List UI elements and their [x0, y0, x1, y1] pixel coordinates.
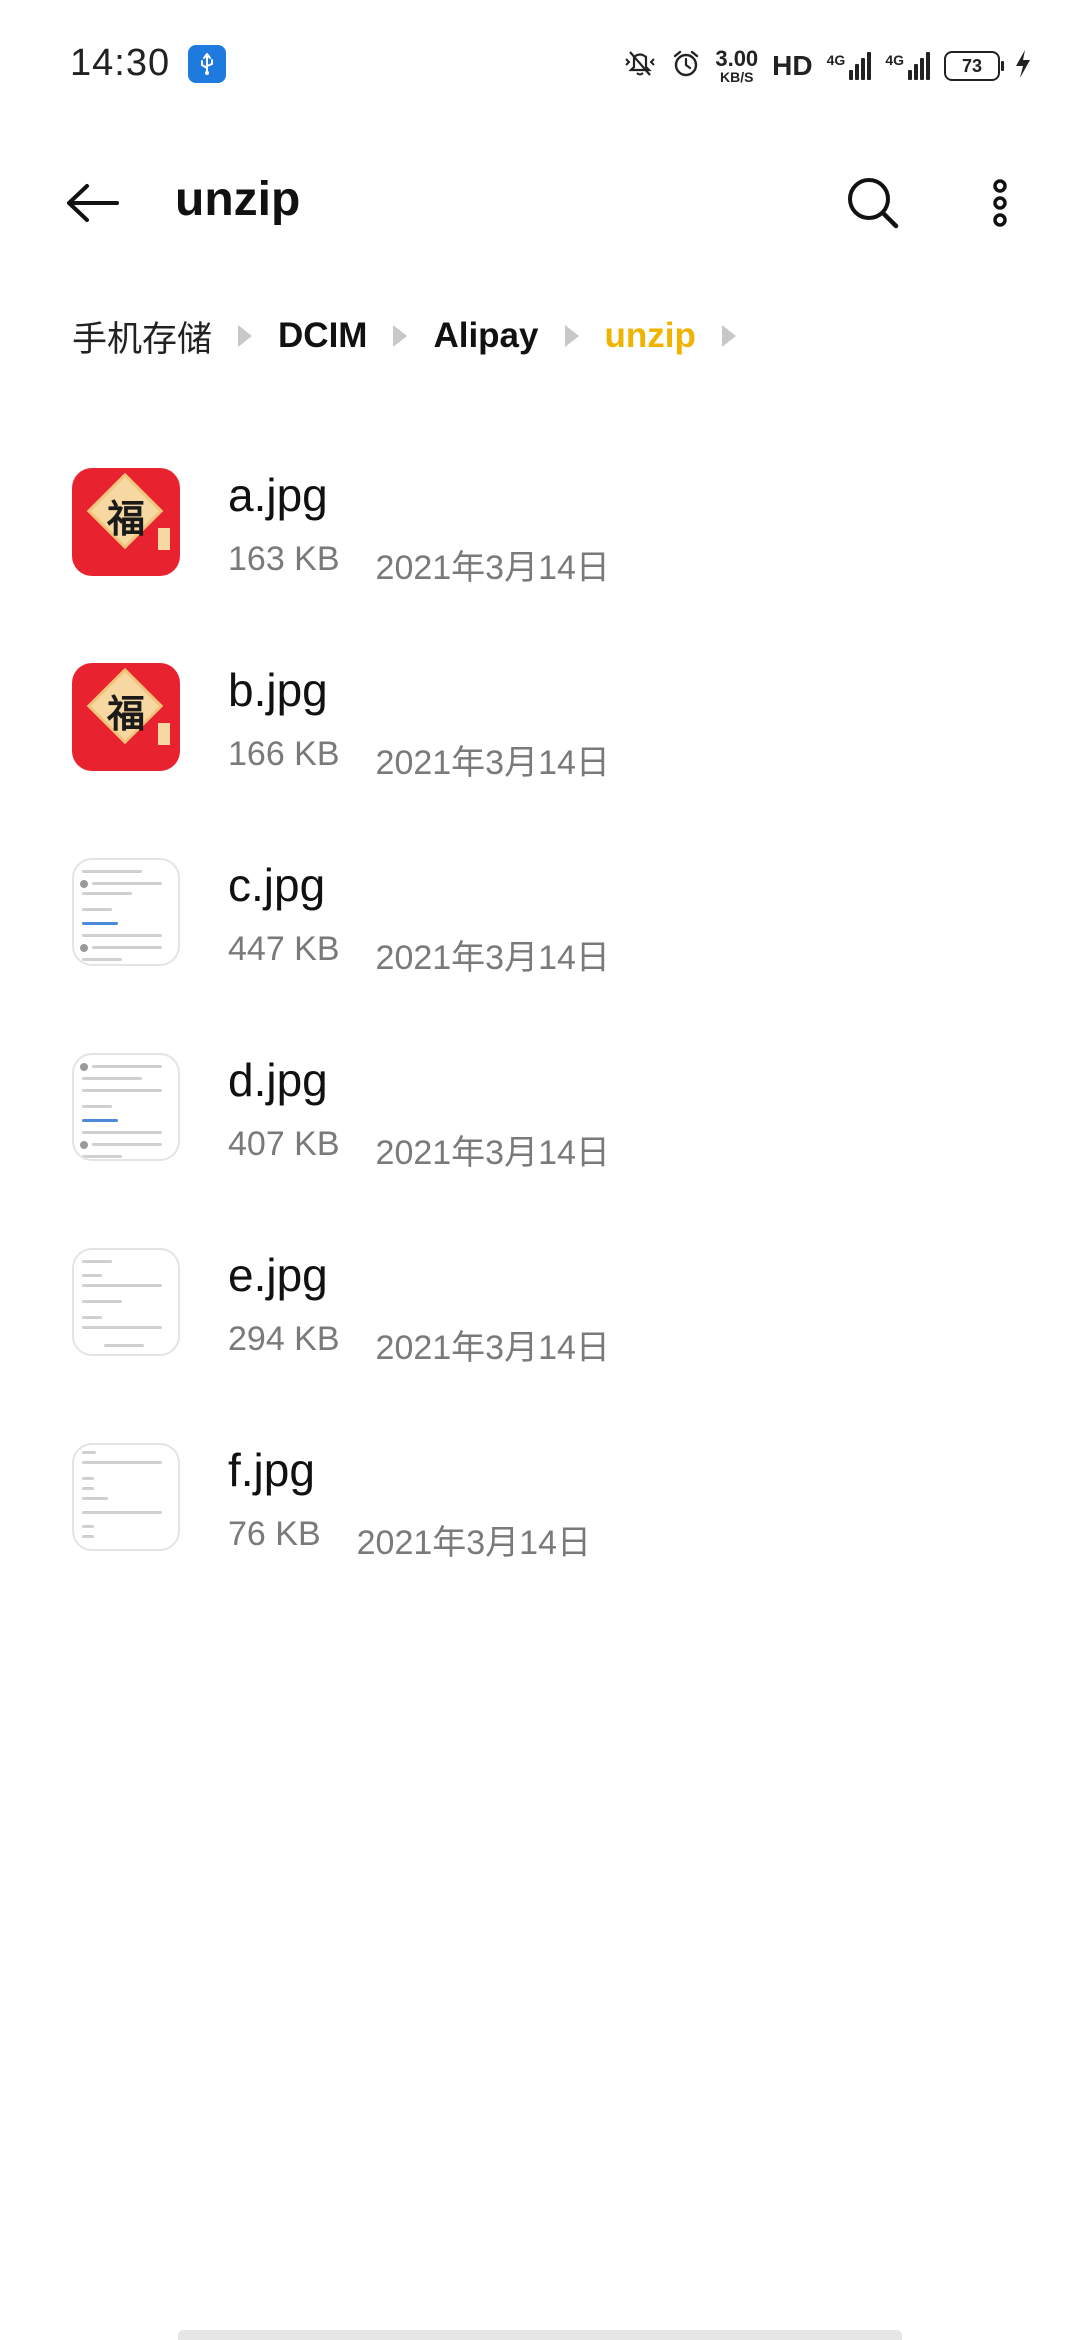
file-row-d[interactable]: d.jpg 407 KB 2021年3月14日: [0, 1025, 1080, 1220]
more-options-button[interactable]: [970, 168, 1030, 238]
file-date: 2021年3月14日: [375, 549, 610, 587]
file-thumbnail-fu: 福: [72, 468, 180, 576]
toolbar: unzip: [0, 140, 1080, 260]
chevron-right-icon: [393, 325, 408, 347]
file-name: e.jpg: [228, 1249, 328, 1301]
net-speed-unit: KB/S: [720, 69, 754, 85]
chevron-right-icon: [564, 325, 579, 347]
file-date: 2021年3月14日: [375, 744, 610, 782]
signal-strength-2: 4G: [885, 52, 930, 80]
chevron-right-icon: [238, 325, 253, 347]
file-thumbnail-screenshot: [72, 1443, 180, 1551]
file-size: 163 KB: [228, 540, 340, 578]
file-name: c.jpg: [228, 859, 326, 911]
file-size: 447 KB: [228, 930, 340, 968]
charging-icon: [1014, 49, 1032, 84]
file-row-e[interactable]: e.jpg 294 KB 2021年3月14日: [0, 1220, 1080, 1415]
file-date: 2021年3月14日: [375, 1134, 610, 1172]
status-icons: 3.00 KB/S HD 4G 4G 73: [623, 44, 1032, 88]
file-thumbnail-screenshot: [72, 858, 180, 966]
file-meta: 166 KB 2021年3月14日: [228, 735, 610, 784]
alarm-icon: [671, 49, 701, 84]
breadcrumb-item-alipay[interactable]: Alipay: [433, 316, 538, 356]
file-row-a[interactable]: 福 a.jpg 163 KB 2021年3月14日: [0, 440, 1080, 635]
file-name: d.jpg: [228, 1054, 328, 1106]
file-meta: 447 KB 2021年3月14日: [228, 930, 610, 979]
battery-indicator: 73: [944, 51, 1004, 81]
file-meta: 163 KB 2021年3月14日: [228, 540, 610, 589]
file-thumbnail-fu: 福: [72, 663, 180, 771]
file-size: 407 KB: [228, 1125, 340, 1163]
file-row-c[interactable]: c.jpg 447 KB 2021年3月14日: [0, 830, 1080, 1025]
file-date: 2021年3月14日: [375, 1329, 610, 1367]
net-speed: 3.00 KB/S: [715, 46, 759, 85]
battery-level: 73: [961, 55, 983, 76]
file-size: 166 KB: [228, 735, 340, 773]
search-button[interactable]: [838, 168, 908, 238]
signal-strength-1: 4G: [827, 52, 872, 80]
search-icon: [848, 178, 899, 229]
file-date: 2021年3月14日: [356, 1524, 591, 1562]
net-speed-value: 3.00: [715, 46, 759, 71]
hd-label: HD: [772, 50, 813, 81]
file-date: 2021年3月14日: [375, 939, 610, 977]
more-vertical-icon: [993, 179, 1007, 227]
status-time: 14:30: [70, 42, 171, 84]
file-size: 76 KB: [228, 1515, 321, 1553]
status-bar: 14:30 3.00 KB/S HD 4G 4G 73: [0, 0, 1080, 130]
file-meta: 407 KB 2021年3月14日: [228, 1125, 610, 1174]
file-row-b[interactable]: 福 b.jpg 166 KB 2021年3月14日: [0, 635, 1080, 830]
breadcrumb-item-phone-storage[interactable]: 手机存储: [72, 311, 212, 362]
signal-1-label: 4G: [826, 52, 846, 68]
breadcrumb-item-dcim[interactable]: DCIM: [278, 316, 367, 356]
back-button[interactable]: [58, 168, 128, 238]
arrow-left-icon: [67, 184, 119, 222]
file-size: 294 KB: [228, 1320, 340, 1358]
chevron-right-icon: [721, 325, 736, 347]
file-thumbnail-screenshot: [72, 1248, 180, 1356]
file-name: f.jpg: [228, 1444, 315, 1496]
usb-icon: [188, 45, 226, 83]
file-meta: 76 KB 2021年3月14日: [228, 1515, 591, 1564]
file-meta: 294 KB 2021年3月14日: [228, 1320, 610, 1369]
page-title: unzip: [175, 173, 301, 226]
signal-2-label: 4G: [885, 52, 904, 68]
file-name: b.jpg: [228, 664, 328, 716]
file-thumbnail-screenshot: [72, 1053, 180, 1161]
bottom-action-bar-hint: [178, 2330, 902, 2340]
file-name: a.jpg: [228, 469, 328, 521]
breadcrumb-item-unzip[interactable]: unzip: [605, 316, 696, 356]
breadcrumb: 手机存储 DCIM Alipay unzip: [72, 310, 762, 362]
file-list: 福 a.jpg 163 KB 2021年3月14日 福 b.jpg 166 KB…: [0, 440, 1080, 1610]
file-row-f[interactable]: f.jpg 76 KB 2021年3月14日: [0, 1415, 1080, 1610]
vibrate-mute-icon: [623, 49, 657, 84]
